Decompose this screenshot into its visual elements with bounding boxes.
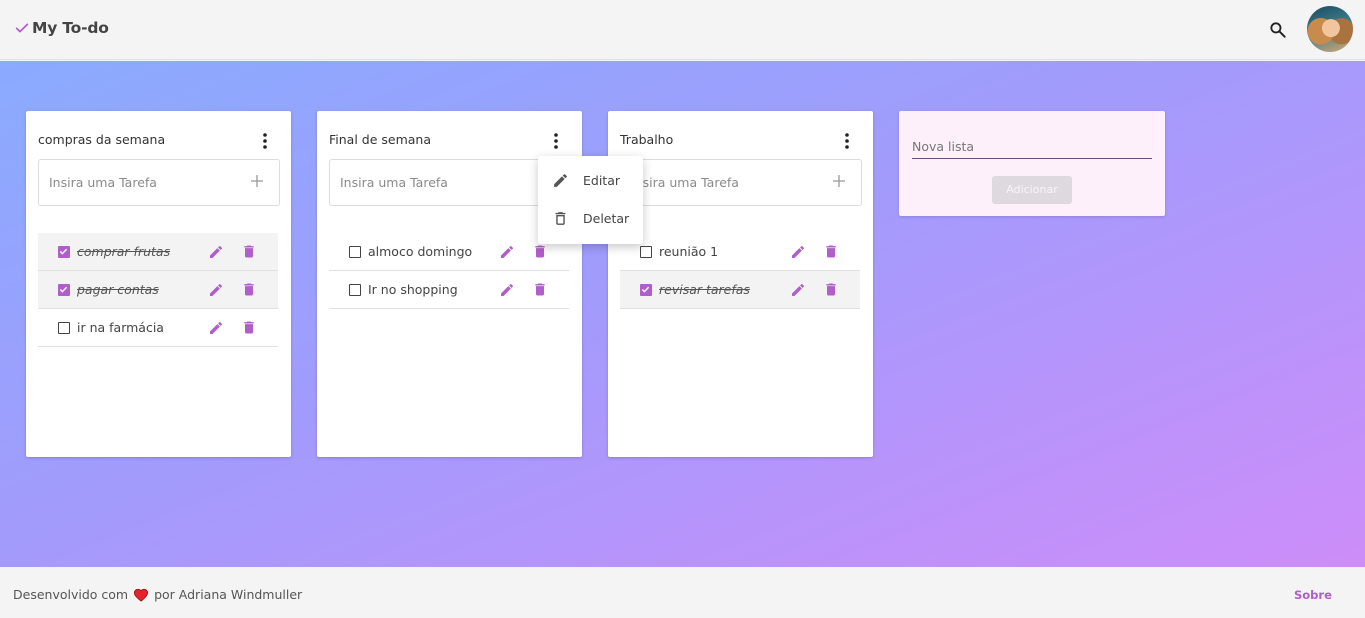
task-input-placeholder: Insira uma Tarefa	[631, 175, 739, 190]
task-checkbox[interactable]	[640, 284, 652, 296]
menu-item-edit[interactable]: Editar	[538, 162, 643, 200]
task-label: Ir no shopping	[368, 282, 458, 297]
task-row: pagar contas	[38, 271, 278, 309]
task-label: ir na farmácia	[77, 320, 164, 335]
task-row: ir na farmácia	[38, 309, 278, 347]
task-label: revisar tarefas	[659, 282, 750, 297]
task-input-placeholder: Insira uma Tarefa	[49, 175, 157, 190]
top-app-bar: My To-do	[0, 0, 1365, 60]
pencil-icon[interactable]	[499, 244, 515, 260]
board: compras da semana Insira uma Tarefa comp…	[0, 61, 1365, 567]
menu-item-label: Editar	[583, 173, 621, 188]
task-input[interactable]: Insira uma Tarefa	[620, 159, 862, 206]
list-card: Trabalho Insira uma Tarefa reunião 1 rev…	[608, 111, 873, 457]
task-checkbox[interactable]	[349, 246, 361, 258]
user-avatar[interactable]	[1307, 6, 1353, 52]
brand: My To-do	[14, 19, 109, 37]
task-list: comprar frutas pagar contas ir na farmác…	[38, 233, 278, 347]
task-input-placeholder: Insira uma Tarefa	[340, 175, 448, 190]
add-list-button[interactable]: Adicionar	[992, 176, 1072, 204]
task-row: Ir no shopping	[329, 271, 569, 309]
more-vert-icon[interactable]	[839, 131, 855, 151]
plus-icon[interactable]	[832, 174, 846, 188]
task-checkbox[interactable]	[58, 246, 70, 258]
pencil-icon[interactable]	[208, 320, 224, 336]
list-title: compras da semana	[38, 132, 166, 147]
footer: Desenvolvido com por Adriana Windmuller …	[0, 567, 1365, 618]
trash-icon[interactable]	[823, 281, 839, 298]
pencil-icon	[554, 174, 567, 187]
list-options-menu: Editar Deletar	[538, 156, 643, 244]
task-row: reunião 1	[620, 233, 860, 271]
task-list: almoco domingo Ir no shopping	[329, 233, 569, 309]
trash-icon[interactable]	[241, 281, 257, 298]
task-checkbox[interactable]	[58, 322, 70, 334]
pencil-icon[interactable]	[499, 282, 515, 298]
credit-suffix: por Adriana Windmuller	[154, 587, 303, 602]
app-title: My To-do	[32, 19, 109, 37]
credit-prefix: Desenvolvido com	[13, 587, 129, 602]
about-link[interactable]: Sobre	[1294, 588, 1332, 602]
heart-icon	[134, 588, 149, 602]
task-input[interactable]: Insira uma Tarefa	[329, 159, 571, 206]
task-label: reunião 1	[659, 244, 719, 259]
task-checkbox[interactable]	[349, 284, 361, 296]
list-title: Trabalho	[620, 132, 674, 147]
task-label: pagar contas	[77, 282, 159, 297]
trash-icon[interactable]	[823, 243, 839, 260]
trash-icon[interactable]	[241, 243, 257, 260]
footer-credit: Desenvolvido com por Adriana Windmuller	[13, 587, 302, 602]
list-title: Final de semana	[329, 132, 432, 147]
search-icon[interactable]	[1268, 20, 1288, 40]
menu-item-delete[interactable]: Deletar	[538, 200, 643, 238]
pencil-icon[interactable]	[790, 282, 806, 298]
check-icon	[15, 23, 29, 33]
pencil-icon[interactable]	[790, 244, 806, 260]
list-card: compras da semana Insira uma Tarefa comp…	[26, 111, 291, 457]
trash-icon[interactable]	[532, 281, 548, 298]
pencil-icon[interactable]	[208, 244, 224, 260]
task-row: revisar tarefas	[620, 271, 860, 309]
task-input[interactable]: Insira uma Tarefa	[38, 159, 280, 206]
plus-icon[interactable]	[250, 174, 264, 188]
new-list-placeholder: Nova lista	[912, 139, 975, 154]
task-list: reunião 1 revisar tarefas	[620, 233, 860, 309]
task-label: comprar frutas	[77, 244, 171, 259]
new-list-input[interactable]: Nova lista	[912, 135, 1152, 159]
trash-icon[interactable]	[241, 319, 257, 336]
task-row: comprar frutas	[38, 233, 278, 271]
task-label: almoco domingo	[368, 244, 473, 259]
pencil-icon[interactable]	[208, 282, 224, 298]
task-checkbox[interactable]	[58, 284, 70, 296]
trash-outline-icon	[555, 212, 566, 225]
menu-item-label: Deletar	[583, 211, 630, 226]
trash-icon[interactable]	[532, 243, 548, 260]
task-checkbox[interactable]	[640, 246, 652, 258]
new-list-card: Nova lista Adicionar	[899, 111, 1165, 216]
more-vert-icon[interactable]	[257, 131, 273, 151]
more-vert-icon[interactable]	[548, 131, 564, 151]
task-row: almoco domingo	[329, 233, 569, 271]
